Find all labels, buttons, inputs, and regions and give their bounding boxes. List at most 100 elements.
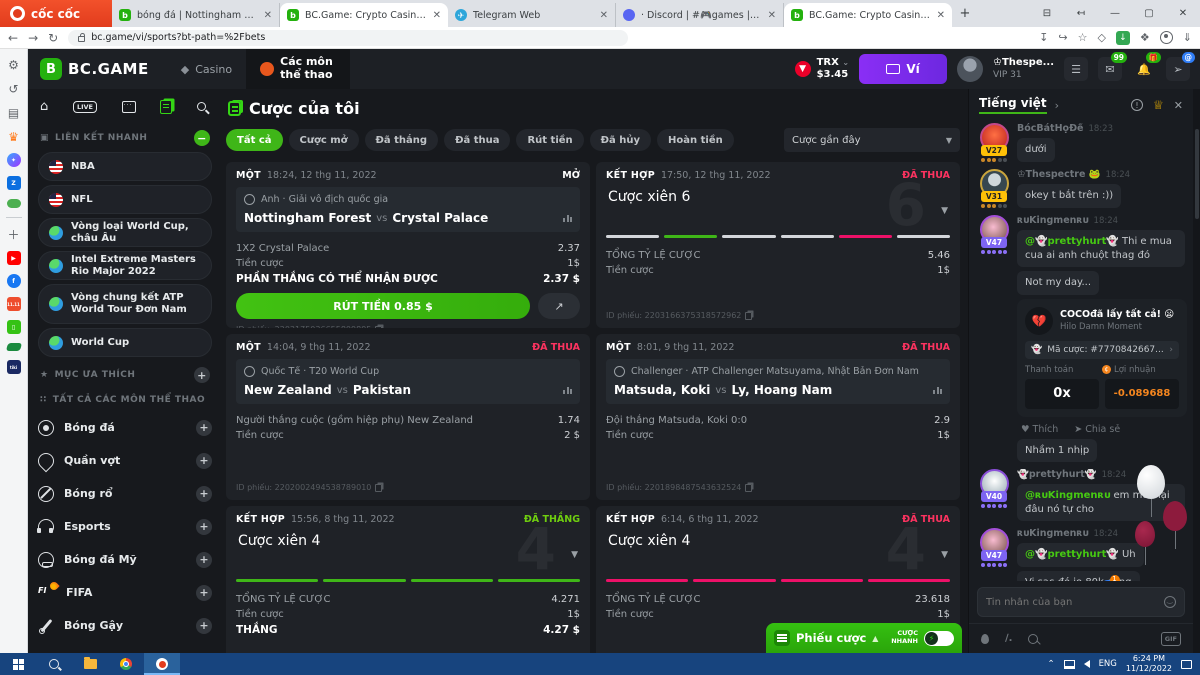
- sidebar-item-fifa[interactable]: FIFIFA+: [38, 576, 212, 609]
- share-button[interactable]: ➤ Chia sẻ: [1074, 424, 1120, 435]
- bet-card[interactable]: KẾT HỢP15:56, 8 thg 11, 2022ĐÃ THẮNG Cượ…: [226, 506, 590, 653]
- browser-tab[interactable]: bbóng đá | Nottingham Forest✕: [112, 3, 280, 27]
- new-tab-button[interactable]: +: [952, 0, 978, 27]
- browser-tab[interactable]: bBC.Game: Crypto Casino Gam✕: [784, 3, 952, 27]
- filter-open[interactable]: Cược mở: [289, 129, 359, 151]
- chevron-down-icon[interactable]: ▼: [571, 550, 578, 560]
- close-button[interactable]: ✕: [1166, 8, 1200, 19]
- expand-button[interactable]: +: [196, 486, 212, 502]
- sort-dropdown[interactable]: Cược gần đây ▼: [784, 128, 960, 152]
- sidebar-item-nba[interactable]: NBA: [38, 152, 212, 181]
- settings-gear-icon[interactable]: ⚙: [6, 57, 21, 72]
- address-bar[interactable]: bc.game/vi/sports?bt-path=%2Fbets: [68, 30, 628, 46]
- bet-card[interactable]: MỘT14:04, 9 thg 11, 2022ĐÃ THUA Quốc Tế …: [226, 334, 590, 500]
- notifications-bell-button[interactable]: 🔔🎁: [1132, 57, 1156, 81]
- sidebar-item-nfl[interactable]: NFL: [38, 185, 212, 214]
- save-page-icon[interactable]: ↧: [1039, 31, 1048, 44]
- copy-icon[interactable]: [375, 484, 382, 492]
- bet-card[interactable]: KẾT HỢP17:50, 12 thg 11, 2022ĐÃ THUA Cượ…: [596, 162, 960, 328]
- rain-icon[interactable]: [981, 634, 989, 644]
- expand-button[interactable]: +: [196, 552, 212, 568]
- search-icon[interactable]: [197, 102, 206, 111]
- coccoc-taskbar-icon[interactable]: [144, 653, 180, 675]
- wallet-button[interactable]: Ví: [859, 54, 947, 84]
- mention[interactable]: @👻prettyhurt👻: [1025, 549, 1119, 560]
- rewards-crown-icon[interactable]: ♛: [6, 129, 21, 144]
- slash-commands-icon[interactable]: ∕.: [1005, 633, 1012, 644]
- chevron-down-icon[interactable]: ▼: [941, 206, 948, 216]
- expand-button[interactable]: +: [196, 420, 212, 436]
- facebook-icon[interactable]: f: [7, 274, 21, 288]
- tab-close-icon[interactable]: ✕: [600, 10, 608, 21]
- hilo-bet-id-row[interactable]: 👻Mã cược: #7770842667...›: [1025, 341, 1179, 359]
- mention[interactable]: @👻prettyhurt👻: [1025, 236, 1119, 247]
- chevron-down-icon[interactable]: ▼: [941, 550, 948, 560]
- volume-icon[interactable]: [1084, 660, 1090, 668]
- maximize-button[interactable]: ▢: [1132, 8, 1166, 19]
- messenger-icon[interactable]: ✦: [7, 153, 21, 167]
- show-hidden-icons[interactable]: ⌃: [1047, 659, 1054, 669]
- browser-tab[interactable]: bBC.Game: Crypto Casino Gam✕: [280, 3, 448, 27]
- sidebar-item-cricket[interactable]: Bóng Gậy+: [38, 609, 212, 642]
- nav-casino[interactable]: ◆ Casino: [167, 49, 246, 89]
- youtube-icon[interactable]: ▶: [7, 251, 21, 265]
- battery-app-icon[interactable]: ▯: [7, 320, 21, 334]
- expand-button[interactable]: +: [196, 585, 212, 601]
- tab-close-icon[interactable]: ✕: [264, 10, 272, 21]
- share-bet-button[interactable]: ↗: [538, 293, 580, 319]
- filter-lost[interactable]: Đã thua: [444, 129, 510, 151]
- nav-sports[interactable]: Các môn thể thao: [246, 49, 350, 89]
- user-menu-button[interactable]: ☰: [1064, 57, 1088, 81]
- zalo-icon[interactable]: Z: [7, 176, 21, 190]
- tab-close-icon[interactable]: ✕: [937, 10, 945, 21]
- chat-language-tab[interactable]: Tiếng việt: [979, 96, 1047, 114]
- download-icon[interactable]: ↓: [1116, 31, 1130, 45]
- stats-icon[interactable]: [563, 387, 572, 394]
- clock[interactable]: 6:24 PM11/12/2022: [1126, 654, 1172, 674]
- trophy-icon[interactable]: ♕: [1153, 98, 1164, 112]
- sidebar-item-soccer[interactable]: Bóng đá+: [38, 411, 212, 444]
- reading-list-icon[interactable]: ▤: [6, 105, 21, 120]
- event-box[interactable]: Anh · Giải vô địch quốc gia Nottingham F…: [236, 187, 580, 232]
- adblock-shield-icon[interactable]: ◇: [1097, 31, 1105, 44]
- expand-button[interactable]: +: [196, 453, 212, 469]
- promo-button[interactable]: ➢@: [1166, 57, 1190, 81]
- event-box[interactable]: Quốc Tế · T20 World Cup New ZealandvsPak…: [236, 359, 580, 404]
- forward-button[interactable]: →: [28, 31, 38, 45]
- chrome-icon[interactable]: [108, 653, 144, 675]
- bcgame-logo-icon[interactable]: B: [40, 58, 62, 80]
- chevron-right-icon[interactable]: ›: [1055, 99, 1059, 112]
- sidebar-item-esports[interactable]: Esports+: [38, 510, 212, 543]
- profile-icon[interactable]: [1160, 31, 1173, 44]
- copy-icon[interactable]: [745, 484, 752, 492]
- bet-card[interactable]: MỘT18:24, 12 thg 11, 2022MỞ Anh · Giải v…: [226, 162, 590, 328]
- mail-button[interactable]: ✉99: [1098, 57, 1122, 81]
- filter-refund[interactable]: Hoàn tiền: [657, 129, 734, 151]
- filter-all[interactable]: Tất cả: [226, 129, 283, 151]
- chat-close-icon[interactable]: ✕: [1174, 99, 1183, 112]
- file-explorer-icon[interactable]: [72, 653, 108, 675]
- currency-selector[interactable]: ▼ TRX ⌄ $3.45: [795, 57, 849, 81]
- home-icon[interactable]: ⌂: [40, 99, 48, 114]
- add-favorite-button[interactable]: +: [194, 367, 210, 383]
- add-shortcut-icon[interactable]: ＋: [6, 227, 21, 242]
- graduation-hat-icon[interactable]: [5, 343, 21, 351]
- shopee-sale-icon[interactable]: 11.11: [7, 297, 21, 311]
- minimize-button[interactable]: —: [1098, 8, 1132, 19]
- chat-username[interactable]: ♔Thespectre 🐸: [1017, 169, 1101, 180]
- taskbar-search-icon[interactable]: [36, 653, 72, 675]
- tiki-icon[interactable]: tiki: [7, 360, 21, 374]
- action-center-icon[interactable]: [1181, 660, 1192, 669]
- tab-close-icon[interactable]: ✕: [768, 10, 776, 21]
- chat-username[interactable]: BócBátHọĐề: [1017, 123, 1083, 134]
- bet-card[interactable]: MỘT8:01, 9 thg 11, 2022ĐÃ THUA Challenge…: [596, 334, 960, 500]
- bet-slip-button[interactable]: Phiếu cược ▲ CƯỢC NHANH ⚡: [766, 623, 962, 653]
- cashout-button[interactable]: RÚT TIỀN 0.85 $: [236, 293, 530, 319]
- filter-won[interactable]: Đã thắng: [365, 129, 439, 151]
- back-arrow-icon[interactable]: ↤: [1064, 8, 1098, 19]
- live-icon[interactable]: LIVE: [73, 101, 97, 113]
- emoji-icon[interactable]: [1164, 596, 1176, 608]
- sidebar-item-iem-rio[interactable]: Intel Extreme Masters Rio Major 2022: [38, 251, 212, 280]
- downloads-tray-icon[interactable]: ⇓: [1183, 31, 1192, 44]
- event-box[interactable]: Challenger · ATP Challenger Matsuyama, N…: [606, 359, 950, 404]
